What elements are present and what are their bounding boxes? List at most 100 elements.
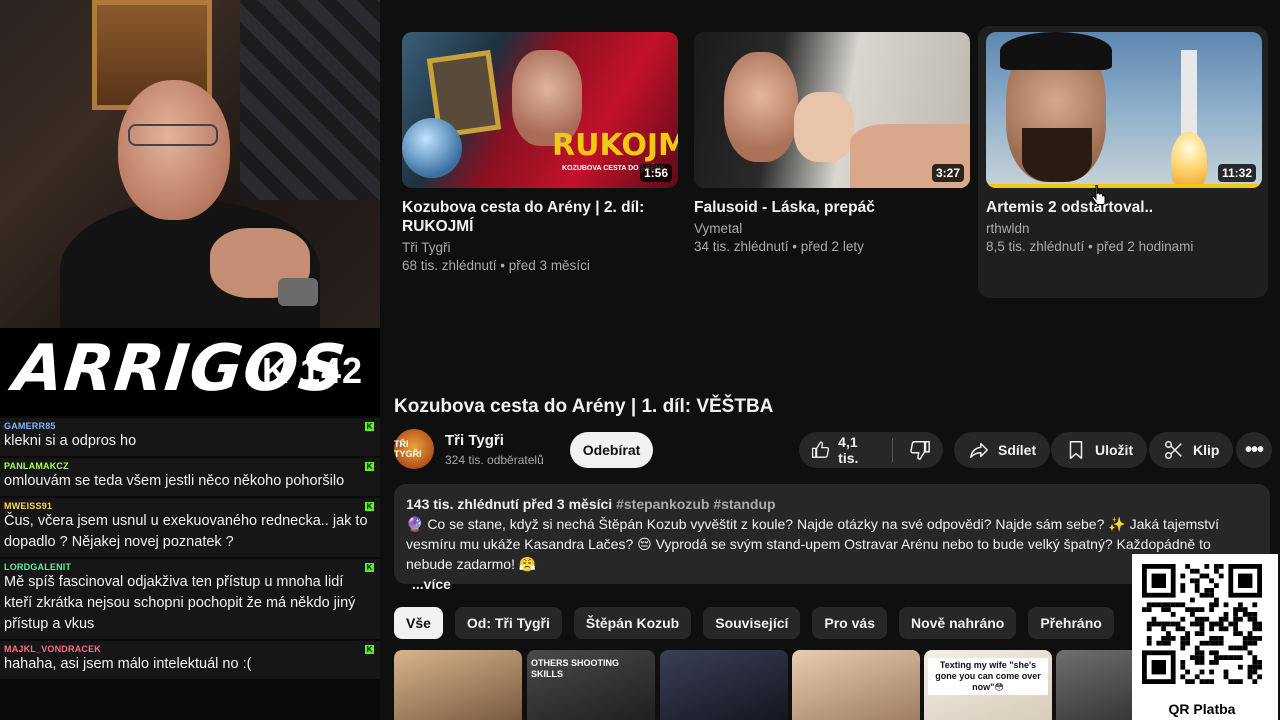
chat-username[interactable]: GAMERR85 <box>4 421 368 431</box>
channel-avatar[interactable]: TŘI TYGŘI <box>394 429 434 469</box>
video-thumbnail[interactable]: 11:32 <box>986 32 1262 188</box>
chat-username[interactable]: MAJKL_VONDRACEK <box>4 644 368 654</box>
kick-badge-icon: K <box>365 422 374 431</box>
filter-chip[interactable]: Nově nahráno <box>898 607 1017 639</box>
chat-username[interactable]: MWEISS91 <box>4 501 368 511</box>
filter-chip[interactable]: Související <box>703 607 801 639</box>
recommended-video-thumbnail[interactable] <box>660 650 788 720</box>
related-video-card[interactable]: RUKOJMÍ KOZUBOVA CESTA DO ARÉNY 1:56 Koz… <box>394 26 684 298</box>
hashtags[interactable]: #stepankozub #standup <box>616 496 775 512</box>
kick-badge-icon: K <box>365 462 374 471</box>
share-icon <box>970 442 988 459</box>
rocket-icon <box>1181 50 1197 140</box>
recommended-video-thumbnail[interactable] <box>394 650 522 720</box>
thumbs-down-icon <box>910 441 930 460</box>
like-count: 4,1 tis. <box>838 434 859 466</box>
kick-badge-icon: K <box>365 502 374 511</box>
channel-name[interactable]: Tři Tygři <box>402 240 451 255</box>
chat-message: PANLAMAKCZ omlouvám se teda všem jestli n… <box>0 458 380 496</box>
kick-badge-icon: K <box>365 563 374 572</box>
video-meta: 68 tis. zhlédnutí • před 3 měsíci <box>402 258 590 273</box>
chat-message: LORDGALENIT Mě spíš fascinoval odjakživa … <box>0 559 380 639</box>
beard <box>1022 128 1092 182</box>
subscriber-count: 324 tis. odběratelů <box>445 453 544 467</box>
qr-code-icon <box>1142 564 1262 684</box>
video-duration: 1:56 <box>639 164 672 182</box>
wristwatch <box>278 278 318 306</box>
cap <box>1000 32 1112 70</box>
thumbnail-caption: Texting my wife "she's gone you can come… <box>928 658 1048 695</box>
chat-text: klekni si a odpros ho <box>4 433 137 449</box>
chat-text: omlouvám se teda všem jestli něco někoho… <box>4 473 345 489</box>
rocket-flame <box>1171 132 1207 188</box>
thumbs-up-icon <box>811 441 830 458</box>
like-dislike-group: 4,1 tis. <box>799 432 943 468</box>
follower-counter: K 142 <box>262 350 364 391</box>
qr-payment-overlay: QR Platba <box>1132 554 1278 720</box>
chat-text: Čus, včera jsem usnul u exekuovaného red… <box>4 513 368 550</box>
thumbnail-caption: OTHERS SHOOTING SKILLS <box>531 658 620 679</box>
glasses <box>128 124 218 146</box>
more-dots-icon: ••• <box>1244 439 1264 461</box>
filter-chip[interactable]: Přehráno <box>1028 607 1114 639</box>
related-video-card[interactable]: 11:32 Artemis 2 odstartoval.. rthwldn 8,… <box>978 26 1268 298</box>
chat-username[interactable]: LORDGALENIT <box>4 562 368 572</box>
chat-username[interactable]: PANLAMAKCZ <box>4 461 368 471</box>
chat-text: Mě spíš fascinoval odjakživa ten přístup… <box>4 574 356 632</box>
bookmark-icon <box>1069 441 1083 459</box>
like-button[interactable]: 4,1 tis. <box>811 434 876 466</box>
filter-chip[interactable]: Pro vás <box>812 607 887 639</box>
video-duration: 11:32 <box>1217 164 1256 182</box>
chat-message: GAMERR85 klekni si a odpros ho K <box>0 418 380 456</box>
acoustic-foam <box>240 0 380 200</box>
chat-text: hahaha, asi jsem málo intelektuál no :( <box>4 656 252 672</box>
chat-message: MAJKL_VONDRACEK hahaha, asi jsem málo int… <box>0 641 380 679</box>
channel-name[interactable]: Vymetal <box>694 221 742 236</box>
save-button[interactable]: Uložit <box>1051 432 1148 468</box>
stream-chat: GAMERR85 klekni si a odpros ho K PANLAMAKCZ… <box>0 416 380 720</box>
mouse-cursor-icon <box>1091 185 1106 205</box>
related-video-card[interactable]: 3:27 Falusoid - Láska, prepáč Vymetal 34… <box>686 26 976 298</box>
filter-chip[interactable]: Štěpán Kozub <box>573 607 692 639</box>
recommended-video-thumbnail[interactable]: OTHERS SHOOTING SKILLS <box>527 650 655 720</box>
channel-name[interactable]: Tři Tygři <box>445 432 504 449</box>
video-title[interactable]: Falusoid - Láska, prepáč <box>694 198 964 217</box>
video-meta: 8,5 tis. zhlédnutí • před 2 hodinami <box>986 239 1194 254</box>
filter-chip[interactable]: Vše <box>394 607 443 639</box>
description-text: 🔮 Co se stane, když si nechá Štěpán Kozu… <box>406 516 1220 572</box>
save-label: Uložit <box>1095 442 1134 458</box>
video-title-heading: Kozubova cesta do Arény | 1. díl: VĚŠTBA <box>394 396 774 417</box>
show-more-link[interactable]: ...více <box>406 574 1258 594</box>
video-duration: 3:27 <box>931 164 964 182</box>
more-actions-button[interactable]: ••• <box>1236 432 1272 468</box>
share-label: Sdílet <box>998 442 1037 458</box>
recommended-video-thumbnail[interactable] <box>792 650 920 720</box>
filter-chips: Vše Od: Tři Tygři Štěpán Kozub Související P… <box>394 607 1114 639</box>
video-title[interactable]: Kozubova cesta do Arény | 2. díl: RUKOJM… <box>402 198 672 236</box>
share-button[interactable]: Sdílet <box>954 432 1051 468</box>
watch-progress-bar <box>986 184 1262 188</box>
streamer-head <box>118 80 230 220</box>
filter-chip[interactable]: Od: Tři Tygři <box>454 607 562 639</box>
kick-badge-icon: K <box>365 645 374 654</box>
clasped-hands <box>794 92 854 162</box>
recommended-video-thumbnail[interactable]: Texting my wife "she's gone you can come… <box>924 650 1052 720</box>
video-meta: 34 tis. zhlédnutí • před 2 lety <box>694 239 864 254</box>
video-title[interactable]: Artemis 2 odstartoval.. <box>986 198 1256 217</box>
webcam-feed <box>0 0 380 328</box>
stream-brand-bar: ARRIGOS K 142 <box>0 328 380 416</box>
thumbnail-title: RUKOJMÍ <box>552 128 678 163</box>
like-divider <box>892 438 893 462</box>
dislike-button[interactable] <box>909 439 931 461</box>
chat-message: MWEISS91 Čus, včera jsem usnul u exekuova… <box>0 498 380 557</box>
channel-name[interactable]: rthwldn <box>986 221 1030 236</box>
clip-label: Klip <box>1193 442 1220 458</box>
video-thumbnail[interactable]: 3:27 <box>694 32 970 188</box>
man-face <box>724 52 798 162</box>
scissors-icon <box>1165 441 1182 459</box>
qr-label: QR Platba <box>1168 701 1236 717</box>
clip-button[interactable]: Klip <box>1149 432 1234 468</box>
subscribe-button[interactable]: Odebírat <box>570 432 653 468</box>
crystal-ball-icon <box>402 118 462 178</box>
video-thumbnail[interactable]: RUKOJMÍ KOZUBOVA CESTA DO ARÉNY 1:56 <box>402 32 678 188</box>
